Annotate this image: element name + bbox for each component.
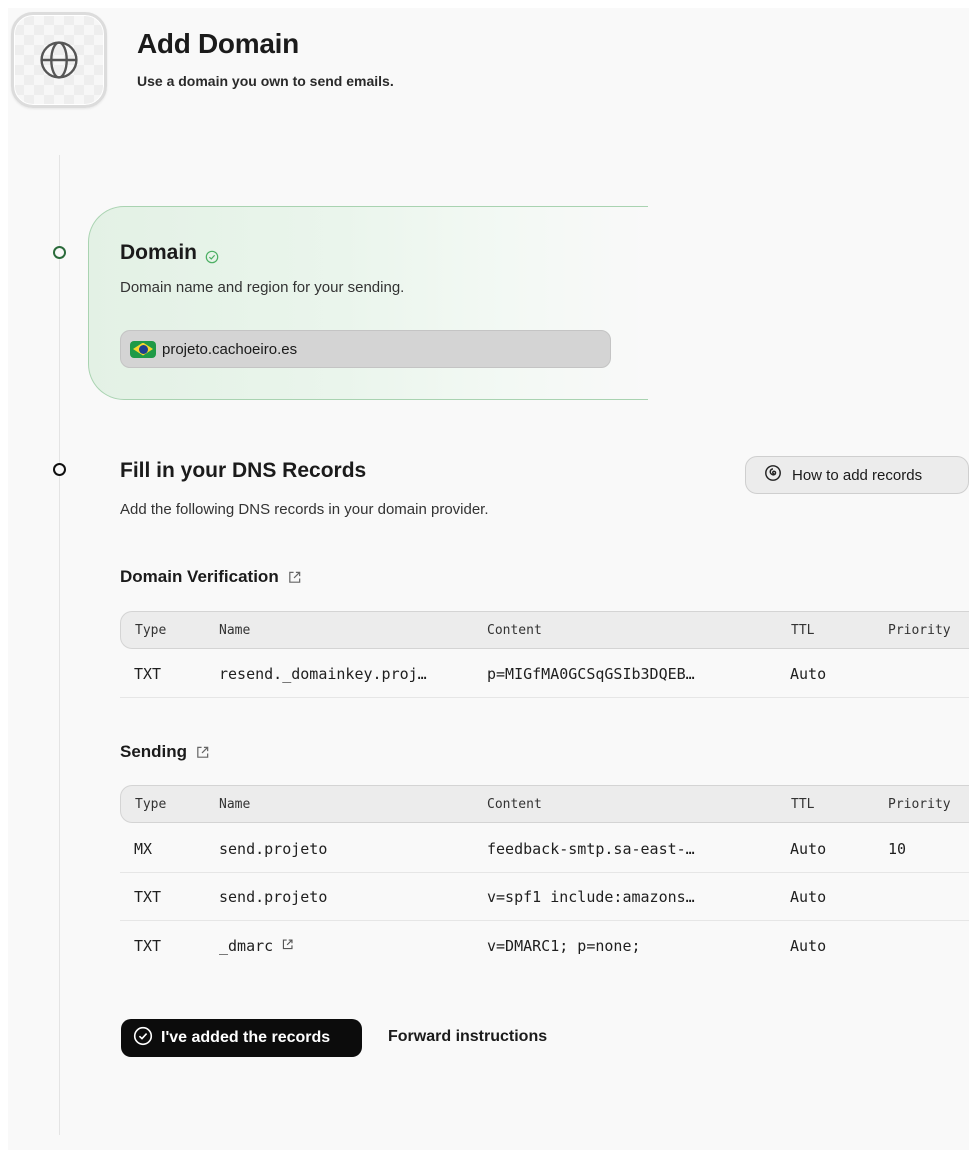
cell-type: TXT [134, 665, 162, 683]
column-header-name: Name [219, 623, 251, 638]
domain-step-description: Domain name and region for your sending. [120, 279, 405, 296]
help-icon [764, 464, 782, 486]
domain-field[interactable]: projeto.cachoeiro.es [120, 330, 611, 368]
cell-type: TXT [134, 888, 162, 906]
globe-icon [11, 12, 107, 108]
cell-name[interactable]: send.projeto [219, 840, 327, 858]
cell-content[interactable]: p=MIGfMA0GCSqGSIb3DQEB… [487, 665, 695, 683]
domain-field-value: projeto.cachoeiro.es [162, 340, 298, 358]
verification-heading: Domain Verification [120, 567, 302, 587]
cell-ttl: Auto [790, 937, 827, 955]
cell-name[interactable]: resend._domainkey.proj… [219, 665, 427, 683]
forward-instructions-button[interactable]: Forward instructions [388, 1028, 547, 1046]
cell-name-text: _dmarc [219, 937, 274, 955]
step-indicator-domain [53, 246, 66, 259]
brazil-flag-icon [130, 340, 156, 358]
row-divider [120, 872, 969, 873]
cell-ttl: Auto [790, 665, 827, 683]
check-circle-icon [133, 1026, 153, 1051]
verification-heading-text: Domain Verification [120, 567, 279, 586]
cell-content[interactable]: v=spf1 include:amazons… [487, 888, 695, 906]
dns-step-description: Add the following DNS records in your do… [120, 501, 489, 518]
external-link-icon[interactable] [281, 937, 294, 955]
cell-ttl: Auto [790, 888, 827, 906]
column-header-content: Content [487, 797, 542, 812]
how-to-add-records-button[interactable]: How to add records [745, 456, 969, 494]
cell-content[interactable]: feedback-smtp.sa-east-… [487, 840, 695, 858]
cell-type: MX [134, 840, 153, 858]
verification-table-header: Type Name Content TTL Priority [120, 611, 969, 649]
records-added-label: I've added the records [161, 1029, 331, 1046]
column-header-name: Name [219, 797, 251, 812]
page-subtitle: Use a domain you own to send emails. [137, 73, 394, 89]
domain-step-heading: Domain [120, 241, 219, 265]
sending-heading: Sending [120, 742, 210, 762]
sending-table-header: Type Name Content TTL Priority [120, 785, 969, 823]
step-indicator-dns [53, 463, 66, 476]
cell-name[interactable]: send.projeto [219, 888, 327, 906]
external-link-icon[interactable] [195, 745, 210, 760]
column-header-type: Type [135, 797, 167, 812]
row-divider [120, 920, 969, 921]
dns-step-title: Fill in your DNS Records [120, 459, 367, 482]
check-circle-icon [205, 246, 219, 264]
step-timeline [59, 155, 60, 1135]
records-added-button[interactable]: I've added the records [121, 1019, 362, 1057]
row-divider [120, 697, 969, 698]
external-link-icon[interactable] [287, 570, 302, 585]
cell-content[interactable]: v=DMARC1; p=none; [487, 937, 641, 955]
column-header-ttl: TTL [791, 797, 815, 812]
column-header-ttl: TTL [791, 623, 815, 638]
cell-name[interactable]: _dmarc [219, 937, 294, 955]
column-header-type: Type [135, 623, 167, 638]
how-to-add-records-label: How to add records [792, 466, 923, 484]
cell-type: TXT [134, 937, 162, 955]
domain-step-card [88, 206, 648, 400]
column-header-content: Content [487, 623, 542, 638]
sending-heading-text: Sending [120, 742, 188, 761]
page-title: Add Domain [137, 28, 299, 59]
domain-step-title: Domain [120, 241, 198, 264]
column-header-priority: Priority [888, 797, 951, 812]
cell-ttl: Auto [790, 840, 827, 858]
cell-priority: 10 [888, 840, 907, 858]
column-header-priority: Priority [888, 623, 951, 638]
